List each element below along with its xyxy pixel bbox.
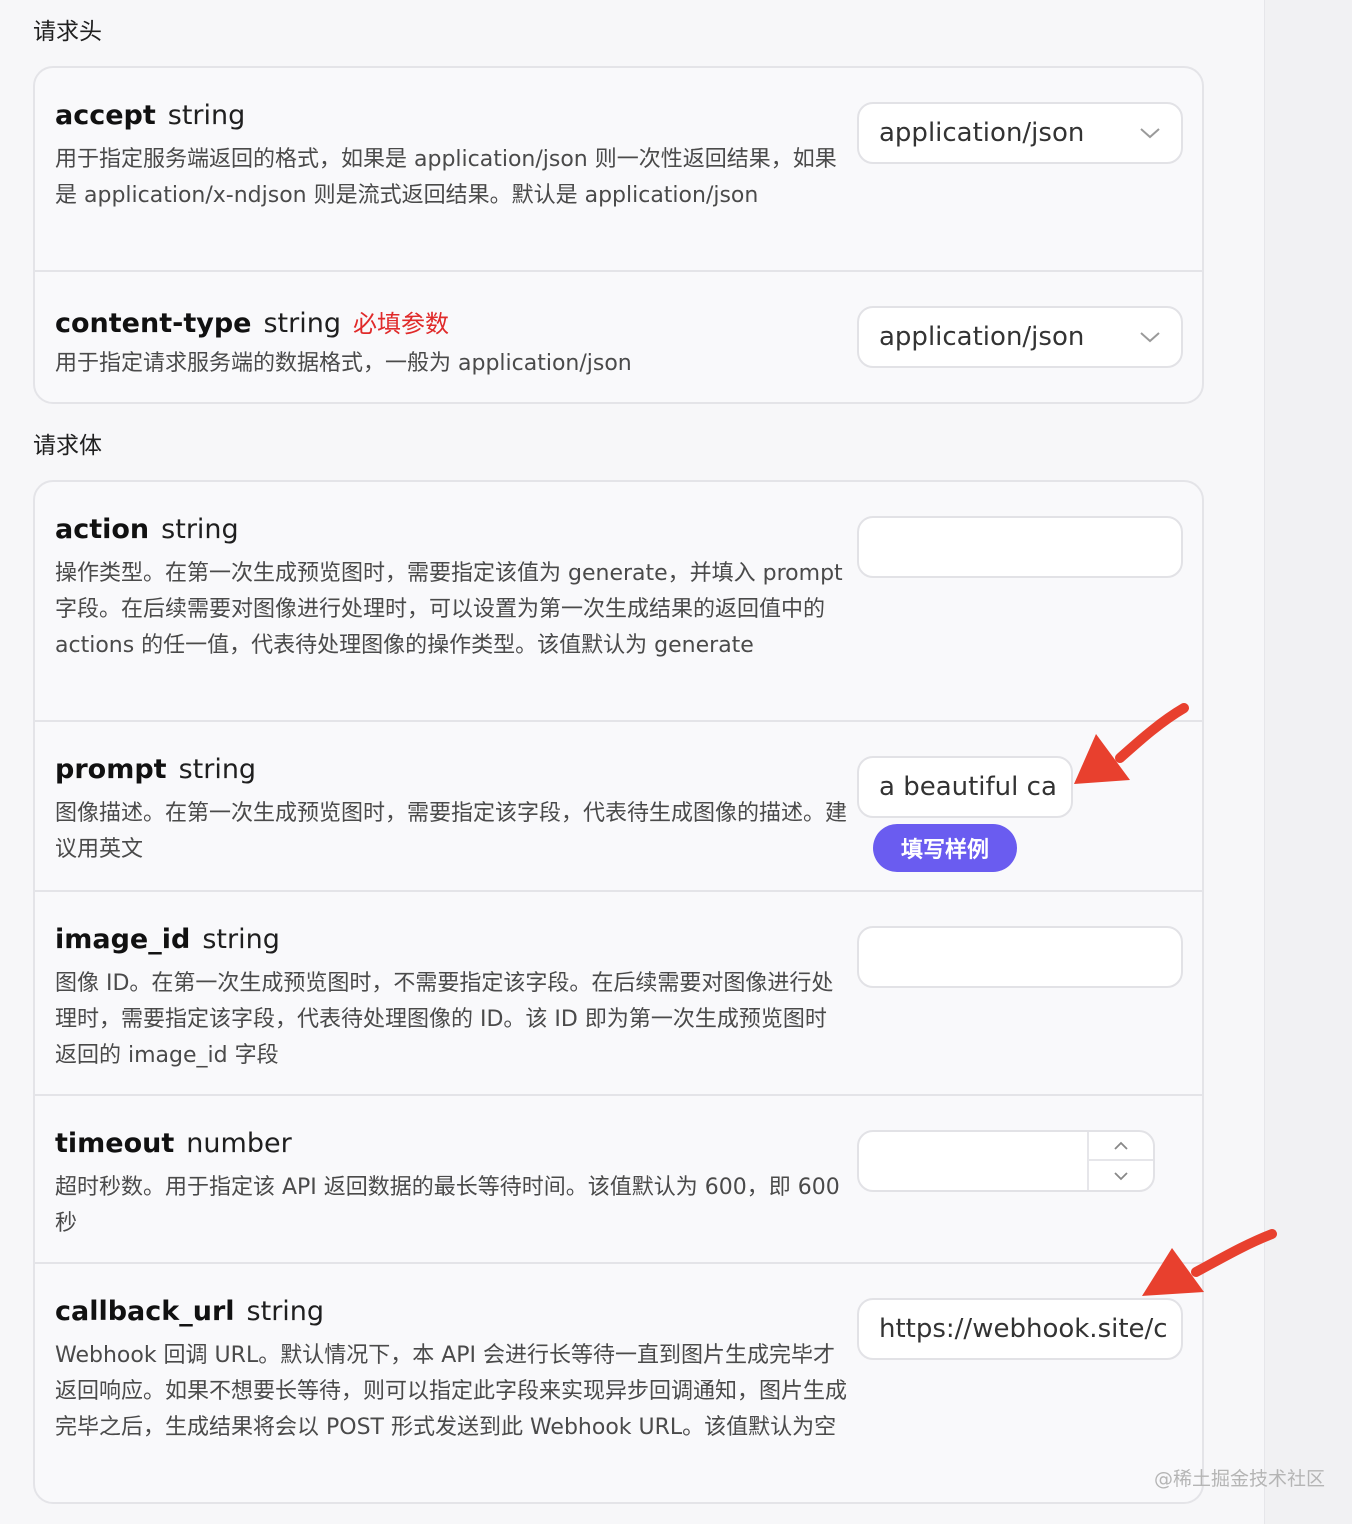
input-value: https://webhook.site/c (879, 1314, 1168, 1344)
select-value: application/json (879, 118, 1085, 148)
annotation-arrow (1074, 703, 1189, 784)
field-header: content-type string 必填参数 (55, 304, 449, 339)
field-description: 超时秒数。用于指定该 API 返回数据的最长等待时间。该值默认为 600，即 6… (55, 1175, 840, 1236)
content-type-select[interactable]: application/json (857, 306, 1183, 368)
chevron-up-icon (1114, 1141, 1128, 1150)
chevron-down-icon (1114, 1171, 1128, 1180)
field-name: callback_url (55, 1296, 235, 1327)
field-type: string (263, 308, 341, 339)
field-row-callback-url: callback_url string Webhook 回调 URL。默认情况下，… (35, 1264, 1202, 1502)
field-header: image_id string (55, 924, 280, 955)
field-type: string (161, 514, 239, 545)
field-name: content-type (55, 308, 252, 339)
input-value: a beautiful ca (879, 772, 1057, 802)
field-row-timeout: timeout number 超时秒数。用于指定该 API 返回数据的最长等待时间… (35, 1096, 1202, 1264)
headers-section-title: 请求头 (33, 19, 102, 45)
chevron-down-icon (1140, 332, 1160, 343)
field-description: 图像 ID。在第一次生成预览图时，不需要指定该字段。在后续需要对图像进行处理时，… (55, 971, 834, 1068)
headers-card: accept string 用于指定服务端返回的格式，如果是 applicatio… (33, 66, 1204, 404)
prompt-input[interactable]: a beautiful ca (857, 756, 1073, 818)
field-row-accept: accept string 用于指定服务端返回的格式，如果是 applicatio… (35, 68, 1202, 272)
select-value: application/json (879, 322, 1085, 352)
field-header: timeout number (55, 1128, 292, 1159)
field-row-content-type: content-type string 必填参数 用于指定请求服务端的数据格式，一般… (35, 272, 1202, 402)
action-input[interactable] (857, 516, 1183, 578)
field-type: string (167, 100, 246, 131)
field-name: image_id (55, 924, 191, 955)
field-type: string (202, 924, 280, 955)
number-stepper (1087, 1132, 1153, 1190)
field-row-image-id: image_id string 图像 ID。在第一次生成预览图时，不需要指定该字段… (35, 892, 1202, 1096)
field-name: action (55, 514, 150, 545)
decrement-button[interactable] (1089, 1161, 1153, 1190)
increment-button[interactable] (1089, 1132, 1153, 1161)
field-description: Webhook 回调 URL。默认情况下，本 API 会进行长等待一直到图片生成… (55, 1343, 848, 1440)
body-card: action string 操作类型。在第一次生成预览图时，需要指定该值为 gen… (33, 480, 1204, 1504)
field-name: accept (55, 100, 156, 131)
field-description: 操作类型。在第一次生成预览图时，需要指定该值为 generate，并填入 pro… (55, 561, 843, 658)
field-row-action: action string 操作类型。在第一次生成预览图时，需要指定该值为 gen… (35, 482, 1202, 722)
field-row-prompt: prompt string 图像描述。在第一次生成预览图时，需要指定该字段，代表待… (35, 722, 1202, 892)
field-type: string (178, 754, 257, 785)
field-header: action string (55, 514, 239, 545)
image-id-input[interactable] (857, 926, 1183, 988)
field-type: number (186, 1128, 292, 1159)
field-description: 图像描述。在第一次生成预览图时，需要指定该字段，代表待生成图像的描述。建议用英文 (55, 801, 848, 862)
field-header: callback_url string (55, 1296, 324, 1327)
field-name: timeout (55, 1128, 175, 1159)
required-badge: 必填参数 (353, 310, 449, 338)
accept-select[interactable]: application/json (857, 102, 1183, 164)
timeout-number-input[interactable] (857, 1130, 1155, 1192)
body-section-title: 请求体 (33, 433, 102, 459)
field-description: 用于指定服务端返回的格式，如果是 application/json 则一次性返回… (55, 147, 837, 208)
watermark: @稀土掘金技术社区 (1154, 1468, 1326, 1490)
field-description: 用于指定请求服务端的数据格式，一般为 application/json (55, 351, 632, 376)
annotation-arrow (1142, 1229, 1277, 1296)
field-name: prompt (55, 754, 167, 785)
field-header: accept string (55, 100, 245, 131)
fill-sample-button[interactable]: 填写样例 (873, 824, 1017, 872)
field-type: string (246, 1296, 325, 1327)
chevron-down-icon (1140, 128, 1160, 139)
field-header: prompt string (55, 754, 256, 785)
